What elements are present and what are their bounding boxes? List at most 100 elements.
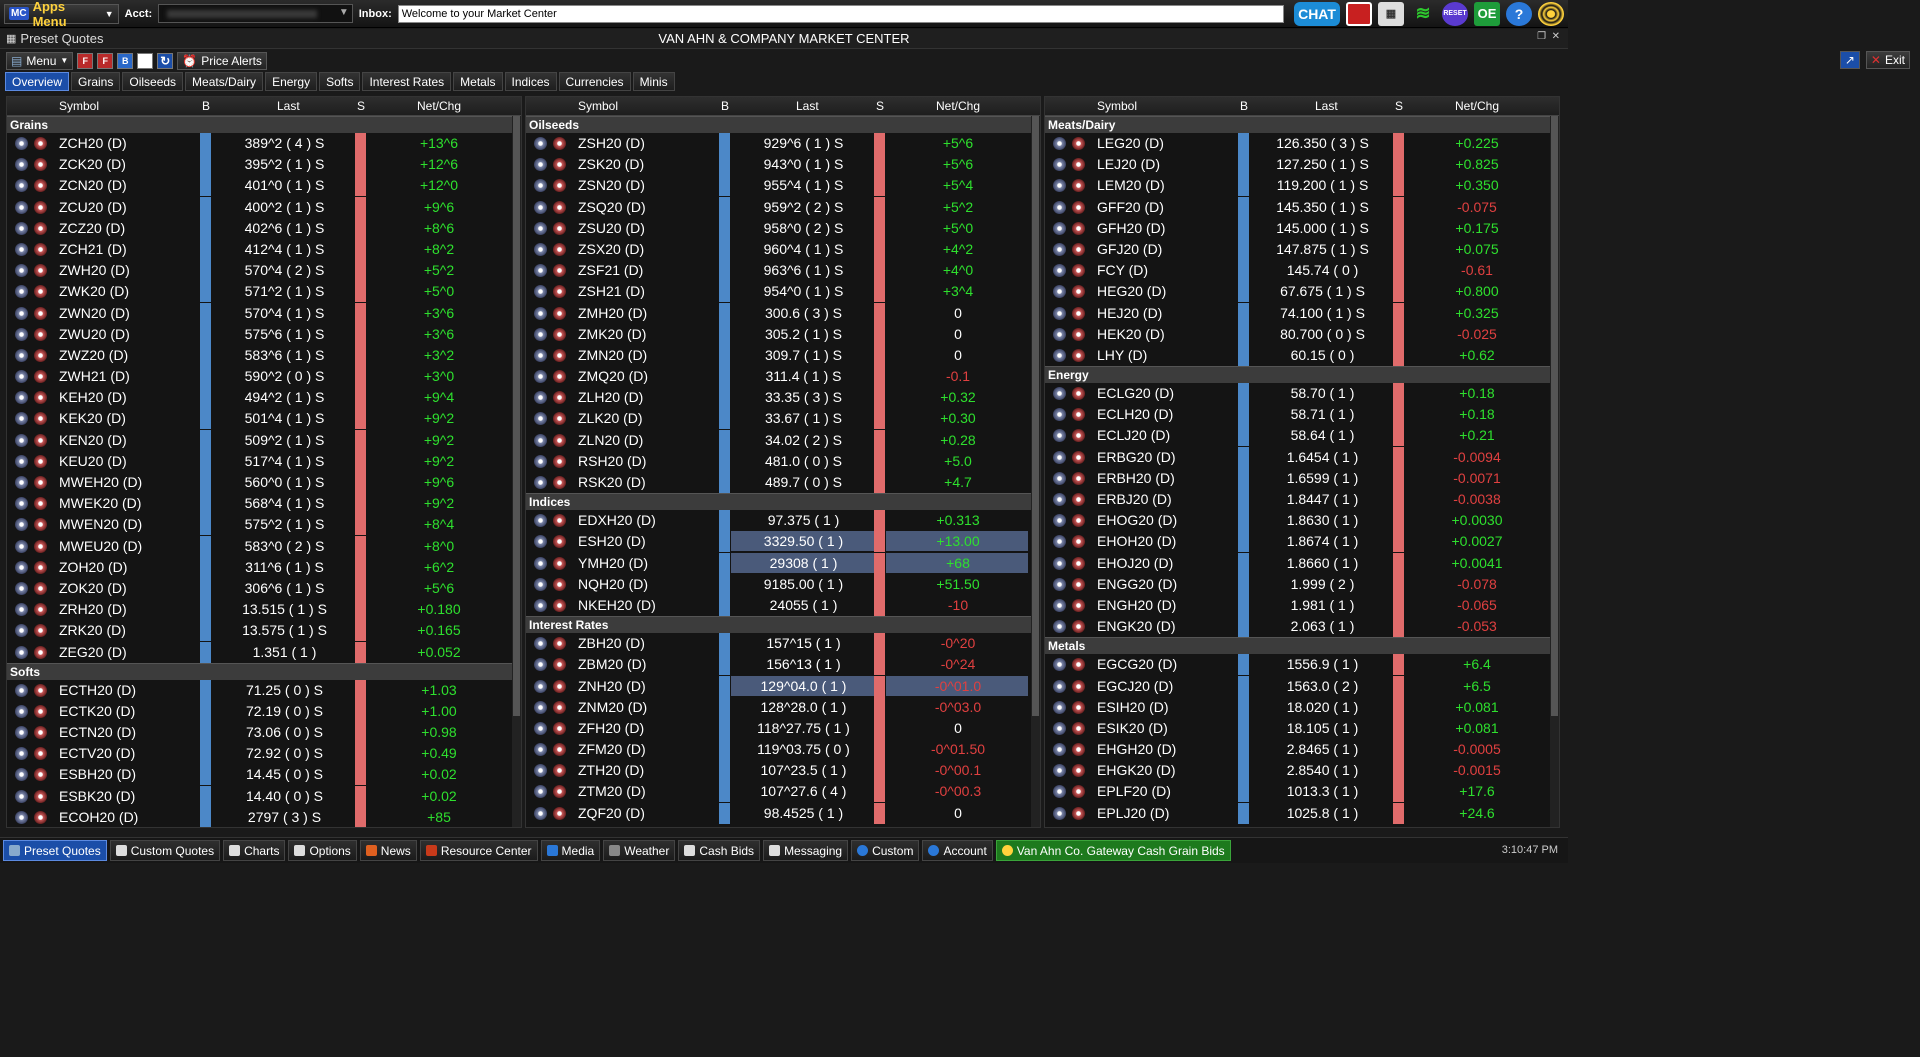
options-icon[interactable]	[15, 624, 28, 638]
options-icon[interactable]	[15, 179, 28, 193]
chart-icon[interactable]	[553, 577, 566, 591]
chart-icon[interactable]	[34, 221, 47, 235]
chart-icon[interactable]	[1072, 285, 1085, 299]
quote-row[interactable]: ZCZ20 (D) 402^6 ( 1 ) S +8^6	[7, 217, 521, 239]
quote-row[interactable]: ZMN20 (D) 309.7 ( 1 ) S 0	[526, 344, 1040, 366]
quote-row[interactable]: ESIH20 (D) 18.020 ( 1 ) +0.081	[1045, 696, 1559, 718]
chart-icon[interactable]	[34, 179, 47, 193]
quote-row[interactable]: ZMQ20 (D) 311.4 ( 1 ) S -0.1	[526, 366, 1040, 388]
quote-row[interactable]: ENGG20 (D) 1.999 ( 2 ) -0.078	[1045, 573, 1559, 595]
options-icon[interactable]	[1053, 785, 1066, 799]
quote-row[interactable]: ERBJ20 (D) 1.8447 ( 1 ) -0.0038	[1045, 489, 1559, 510]
chart-icon[interactable]	[553, 221, 566, 235]
quote-row[interactable]: LHY (D) 60.15 ( 0 ) +0.62	[1045, 344, 1559, 366]
quote-row[interactable]: ZCH20 (D) 389^2 ( 4 ) S +13^6	[7, 133, 521, 154]
column-b[interactable]: B	[721, 99, 729, 113]
taskbar-preset-quotes[interactable]: Preset Quotes	[3, 840, 107, 861]
chart-icon[interactable]	[553, 242, 566, 256]
options-icon[interactable]	[534, 679, 547, 693]
options-icon[interactable]	[1053, 264, 1066, 278]
chart-icon[interactable]	[553, 179, 566, 193]
quote-row[interactable]: RSH20 (D) 481.0 ( 0 ) S +5.0	[526, 450, 1040, 472]
chat-button[interactable]: CHAT	[1294, 1, 1340, 26]
options-icon[interactable]	[534, 327, 547, 341]
options-icon[interactable]	[15, 327, 28, 341]
chart-icon[interactable]	[34, 327, 47, 341]
chart-icon[interactable]	[553, 391, 566, 405]
quote-row[interactable]: ZEG20 (D) 1.351 ( 1 ) +0.052	[7, 641, 521, 663]
quote-row[interactable]: ESIK20 (D) 18.105 ( 1 ) +0.081	[1045, 717, 1559, 739]
options-icon[interactable]	[1053, 493, 1066, 506]
chart-icon[interactable]	[1072, 598, 1085, 612]
column-netchg[interactable]: Net/Chg	[417, 99, 461, 113]
chart-icon[interactable]	[553, 764, 566, 778]
chart-icon[interactable]	[34, 603, 47, 617]
chart-icon[interactable]	[1072, 679, 1085, 693]
options-icon[interactable]	[1053, 158, 1066, 172]
quote-row[interactable]: ZQF20 (D) 98.4525 ( 1 ) 0	[526, 802, 1040, 824]
options-icon[interactable]	[1053, 137, 1066, 150]
column-last[interactable]: Last	[1315, 99, 1338, 113]
chart-icon[interactable]	[1072, 137, 1085, 150]
apps-menu-button[interactable]: MC Apps Menu ▼	[4, 0, 119, 29]
quote-row[interactable]: ZSF21 (D) 963^6 ( 1 ) S +4^0	[526, 260, 1040, 282]
chart-icon[interactable]	[553, 535, 566, 549]
options-icon[interactable]	[15, 200, 28, 214]
chart-icon[interactable]	[34, 645, 47, 659]
chart-icon[interactable]	[1072, 327, 1085, 341]
quote-row[interactable]: KEU20 (D) 517^4 ( 1 ) S +9^2	[7, 450, 521, 472]
quote-row[interactable]: ZCU20 (D) 400^2 ( 1 ) S +9^6	[7, 196, 521, 218]
chart-icon[interactable]	[1072, 387, 1085, 401]
options-icon[interactable]	[1053, 679, 1066, 693]
menu-button[interactable]: ▤ Menu ▼	[6, 51, 74, 70]
quote-row[interactable]: LEJ20 (D) 127.250 ( 1 ) S +0.825	[1045, 154, 1559, 176]
options-icon[interactable]	[534, 158, 547, 172]
taskbar-options[interactable]: Options	[288, 840, 357, 861]
quote-row[interactable]: ECLG20 (D) 58.70 ( 1 ) +0.18	[1045, 383, 1559, 405]
quote-row[interactable]: ZSX20 (D) 960^4 ( 1 ) S +4^2	[526, 238, 1040, 260]
refresh-icon[interactable]: ↻	[157, 52, 174, 69]
taskbar-cash-bids[interactable]: Cash Bids	[678, 840, 761, 861]
column-s[interactable]: S	[876, 99, 884, 113]
chart-icon[interactable]	[34, 433, 47, 447]
chart-icon[interactable]	[553, 264, 566, 278]
tab-softs[interactable]: Softs	[319, 72, 361, 91]
taskbar-messaging[interactable]: Messaging	[763, 840, 849, 861]
chart-icon[interactable]	[553, 348, 566, 362]
quote-row[interactable]: ESH20 (D) 3329.50 ( 1 ) +13.00	[526, 531, 1040, 553]
quote-row[interactable]: ECLJ20 (D) 58.64 ( 1 ) +0.21	[1045, 425, 1559, 447]
chart-icon[interactable]	[1072, 556, 1085, 570]
options-icon[interactable]	[1053, 620, 1066, 634]
quote-row[interactable]: LEG20 (D) 126.350 ( 3 ) S +0.225	[1045, 133, 1559, 154]
options-icon[interactable]	[534, 577, 547, 591]
chart-icon[interactable]	[1072, 700, 1085, 714]
options-icon[interactable]	[534, 200, 547, 214]
taskbar-news[interactable]: News	[359, 840, 417, 861]
quote-row[interactable]: ZCH21 (D) 412^4 ( 1 ) S +8^2	[7, 238, 521, 260]
chart-icon[interactable]	[553, 327, 566, 341]
chart-icon[interactable]	[1072, 158, 1085, 172]
chart-icon[interactable]	[34, 348, 47, 362]
popout-icon[interactable]: ↗	[1839, 51, 1860, 69]
quote-row[interactable]: ZWZ20 (D) 583^6 ( 1 ) S +3^2	[7, 344, 521, 366]
quote-row[interactable]: ZSQ20 (D) 959^2 ( 2 ) S +5^2	[526, 196, 1040, 218]
quote-row[interactable]: LEM20 (D) 119.200 ( 1 ) S +0.350	[1045, 175, 1559, 197]
chart-icon[interactable]	[34, 683, 47, 697]
quote-row[interactable]: ECLH20 (D) 58.71 ( 1 ) +0.18	[1045, 404, 1559, 426]
tab-metals[interactable]: Metals	[453, 72, 503, 91]
quote-row[interactable]: ZTM20 (D) 107^27.6 ( 4 ) -0^00.3	[526, 781, 1040, 803]
quote-row[interactable]: ZSN20 (D) 955^4 ( 1 ) S +5^4	[526, 175, 1040, 197]
options-icon[interactable]	[15, 789, 28, 803]
options-icon[interactable]	[1053, 658, 1066, 672]
quote-row[interactable]: EHOG20 (D) 1.8630 ( 1 ) +0.0030	[1045, 510, 1559, 532]
chart-icon[interactable]	[34, 391, 47, 405]
quote-row[interactable]: HEJ20 (D) 74.100 ( 1 ) S +0.325	[1045, 302, 1559, 324]
layout-icon[interactable]	[1346, 1, 1372, 26]
options-icon[interactable]	[534, 306, 547, 320]
chart-icon[interactable]	[553, 700, 566, 714]
chart-icon[interactable]	[34, 158, 47, 172]
tab-indices[interactable]: Indices	[504, 72, 557, 91]
options-icon[interactable]	[534, 391, 547, 405]
quote-row[interactable]: ZLH20 (D) 33.35 ( 3 ) S +0.32	[526, 387, 1040, 409]
options-icon[interactable]	[1053, 306, 1066, 320]
